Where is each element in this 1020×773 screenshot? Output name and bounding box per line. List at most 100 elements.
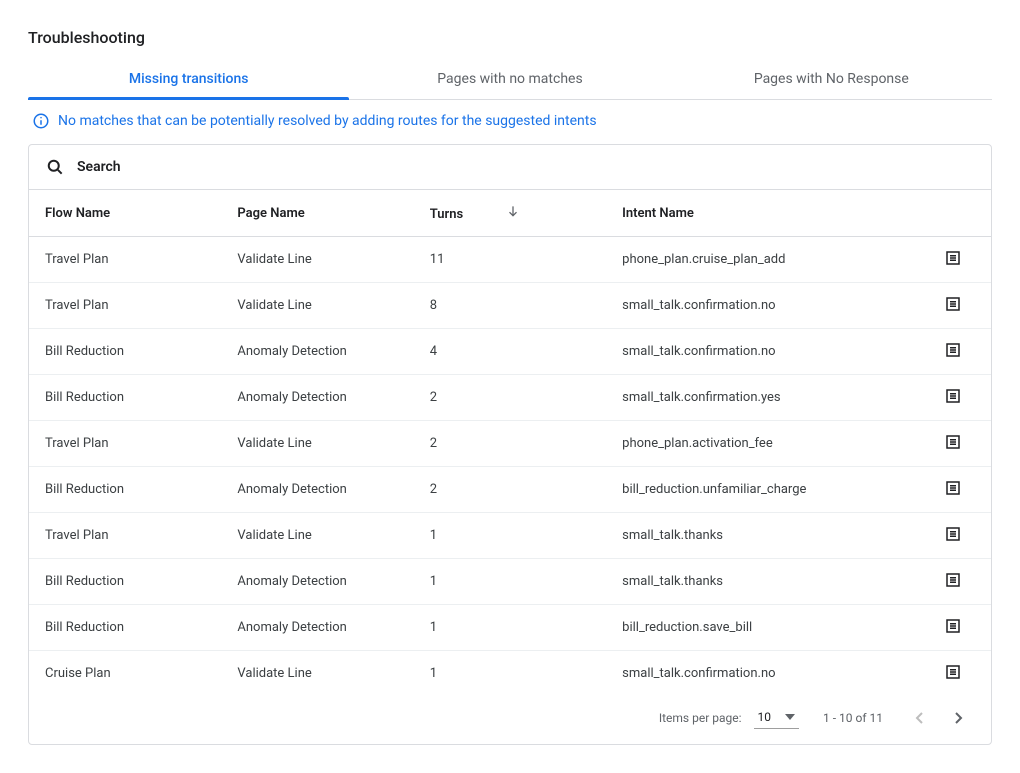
col-header-flow[interactable]: Flow Name <box>29 190 221 237</box>
view-details-button[interactable] <box>943 248 963 268</box>
table-row: Bill ReductionAnomaly Detection1bill_red… <box>29 605 991 651</box>
pagination-range: 1 - 10 of 11 <box>823 711 883 725</box>
cell-turns: 1 <box>414 651 606 697</box>
view-details-button[interactable] <box>943 386 963 406</box>
page-title: Troubleshooting <box>28 28 992 47</box>
cell-flow: Travel Plan <box>29 421 221 467</box>
cell-action <box>914 605 991 651</box>
cell-intent: small_talk.confirmation.no <box>606 651 914 697</box>
tabs: Missing transitions Pages with no matche… <box>28 59 992 100</box>
cell-intent: bill_reduction.unfamiliar_charge <box>606 467 914 513</box>
view-details-button[interactable] <box>943 340 963 360</box>
search-bar[interactable] <box>29 145 991 190</box>
cell-action <box>914 651 991 697</box>
table-row: Travel PlanValidate Line8small_talk.conf… <box>29 283 991 329</box>
view-details-button[interactable] <box>943 662 963 682</box>
cell-page: Validate Line <box>221 421 413 467</box>
cell-page: Validate Line <box>221 283 413 329</box>
results-table: Flow Name Page Name Turns Intent Name Tr… <box>29 190 991 696</box>
cell-turns: 1 <box>414 559 606 605</box>
cell-flow: Bill Reduction <box>29 329 221 375</box>
tab-pages-no-response[interactable]: Pages with No Response <box>671 59 992 99</box>
view-details-button[interactable] <box>943 432 963 452</box>
cell-page: Anomaly Detection <box>221 329 413 375</box>
cell-flow: Travel Plan <box>29 237 221 283</box>
col-header-action <box>914 190 991 237</box>
cell-page: Anomaly Detection <box>221 559 413 605</box>
table-row: Travel PlanValidate Line2phone_plan.acti… <box>29 421 991 467</box>
col-header-turns-label: Turns <box>430 207 463 222</box>
items-per-page: Items per page: 10 <box>659 708 799 729</box>
cell-action <box>914 421 991 467</box>
items-per-page-label: Items per page: <box>659 711 742 725</box>
cell-page: Anomaly Detection <box>221 605 413 651</box>
table-row: Travel PlanValidate Line11phone_plan.cru… <box>29 237 991 283</box>
cell-action <box>914 375 991 421</box>
search-icon <box>45 157 65 177</box>
view-details-button[interactable] <box>943 524 963 544</box>
col-header-intent[interactable]: Intent Name <box>606 190 914 237</box>
col-header-page[interactable]: Page Name <box>221 190 413 237</box>
tab-pages-no-matches[interactable]: Pages with no matches <box>349 59 670 99</box>
cell-page: Validate Line <box>221 651 413 697</box>
cell-page: Validate Line <box>221 237 413 283</box>
cell-intent: small_talk.confirmation.no <box>606 283 914 329</box>
list-icon <box>944 479 962 497</box>
cell-intent: small_talk.thanks <box>606 513 914 559</box>
cell-action <box>914 559 991 605</box>
next-page-button[interactable] <box>947 706 971 730</box>
cell-flow: Travel Plan <box>29 513 221 559</box>
cell-action <box>914 283 991 329</box>
table-row: Bill ReductionAnomaly Detection4small_ta… <box>29 329 991 375</box>
cell-intent: small_talk.confirmation.yes <box>606 375 914 421</box>
cell-action <box>914 237 991 283</box>
cell-turns: 2 <box>414 467 606 513</box>
tab-missing-transitions[interactable]: Missing transitions <box>28 59 349 99</box>
view-details-button[interactable] <box>943 478 963 498</box>
cell-action <box>914 467 991 513</box>
view-details-button[interactable] <box>943 616 963 636</box>
search-input[interactable] <box>77 159 975 175</box>
page-nav <box>907 706 971 730</box>
view-details-button[interactable] <box>943 294 963 314</box>
list-icon <box>944 295 962 313</box>
list-icon <box>944 525 962 543</box>
list-icon <box>944 617 962 635</box>
cell-turns: 8 <box>414 283 606 329</box>
cell-intent: small_talk.confirmation.no <box>606 329 914 375</box>
table-row: Travel PlanValidate Line1small_talk.than… <box>29 513 991 559</box>
cell-action <box>914 329 991 375</box>
cell-action <box>914 513 991 559</box>
table-row: Bill ReductionAnomaly Detection1small_ta… <box>29 559 991 605</box>
list-icon <box>944 387 962 405</box>
list-icon <box>944 341 962 359</box>
list-icon <box>944 663 962 681</box>
cell-turns: 2 <box>414 375 606 421</box>
list-icon <box>944 433 962 451</box>
items-per-page-select[interactable]: 10 <box>754 708 800 729</box>
prev-page-button[interactable] <box>907 706 931 730</box>
table-row: Bill ReductionAnomaly Detection2small_ta… <box>29 375 991 421</box>
info-banner-text: No matches that can be potentially resol… <box>58 113 597 129</box>
cell-flow: Travel Plan <box>29 283 221 329</box>
col-header-turns[interactable]: Turns <box>414 190 606 237</box>
cell-flow: Cruise Plan <box>29 651 221 697</box>
cell-flow: Bill Reduction <box>29 375 221 421</box>
cell-turns: 4 <box>414 329 606 375</box>
cell-page: Validate Line <box>221 513 413 559</box>
cell-turns: 1 <box>414 605 606 651</box>
pagination: Items per page: 10 1 - 10 of 11 <box>29 696 991 744</box>
chevron-right-icon <box>954 711 964 725</box>
table-row: Cruise PlanValidate Line1small_talk.conf… <box>29 651 991 697</box>
info-banner: No matches that can be potentially resol… <box>28 100 992 144</box>
cell-page: Anomaly Detection <box>221 375 413 421</box>
cell-turns: 2 <box>414 421 606 467</box>
dropdown-icon <box>785 714 795 720</box>
list-icon <box>944 249 962 267</box>
cell-turns: 11 <box>414 237 606 283</box>
cell-intent: small_talk.thanks <box>606 559 914 605</box>
cell-intent: phone_plan.activation_fee <box>606 421 914 467</box>
view-details-button[interactable] <box>943 570 963 590</box>
results-panel: Flow Name Page Name Turns Intent Name Tr… <box>28 144 992 745</box>
cell-flow: Bill Reduction <box>29 605 221 651</box>
